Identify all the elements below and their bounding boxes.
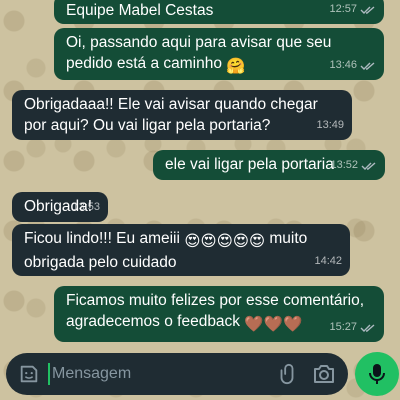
incoming-message[interactable]: Ficou lindo!!! Eu ameiii 😍😍😍😍😍 muito obr…	[12, 224, 350, 276]
microphone-button[interactable]	[355, 352, 399, 396]
text-cursor	[48, 363, 50, 385]
message-text: Ficamos muito felizes por esse comentári…	[66, 292, 365, 330]
sticker-icon[interactable]	[18, 363, 40, 385]
message-text: Equipe Mabel Cestas	[66, 2, 214, 19]
message-time: 15:27	[329, 321, 357, 333]
message-body: Ficou lindo!!! Eu ameiii 😍😍😍😍😍 muito obr…	[24, 228, 340, 273]
message-meta: 13:53	[72, 197, 100, 218]
message-body: Oi, passando aqui para avisar que seu pe…	[66, 32, 374, 77]
message-meta: 13:52	[330, 155, 377, 176]
double-check-icon	[360, 5, 375, 14]
message-meta: 13:49	[316, 115, 344, 136]
heart-eyes-emoji: 😍😍😍😍😍	[184, 233, 266, 250]
incoming-message[interactable]: Obrigadaaa!! Ele vai avisar quando chega…	[12, 90, 352, 140]
paperclip-icon[interactable]	[276, 363, 298, 385]
double-check-icon	[361, 161, 376, 170]
brown-heart-emoji: 🤎🤎🤎	[244, 316, 303, 333]
message-text: Obrigadaaa!! Ele vai avisar quando chega…	[24, 96, 318, 134]
outgoing-message[interactable]: ele vai ligar pela portaria 13:52	[153, 150, 385, 180]
camera-icon[interactable]	[312, 363, 336, 385]
message-time: 13:53	[72, 201, 100, 213]
outgoing-message[interactable]: Ficamos muito felizes por esse comentári…	[54, 286, 384, 342]
message-text: Oi, passando aqui para avisar que seu pe…	[66, 34, 332, 72]
message-time: 13:49	[316, 119, 344, 131]
message-time: 12:57	[329, 3, 357, 15]
message-meta: 14:42	[314, 251, 342, 272]
message-time: 13:46	[329, 59, 357, 71]
message-meta: 13:46	[329, 55, 376, 76]
message-meta: 12:57	[329, 0, 376, 20]
outgoing-message[interactable]: Oi, passando aqui para avisar que seu pe…	[54, 28, 384, 80]
message-time: 13:52	[330, 159, 358, 171]
double-check-icon	[360, 61, 375, 70]
message-composer: Mensagem	[6, 353, 348, 395]
microphone-icon	[369, 364, 385, 384]
message-meta: 15:27	[329, 317, 376, 338]
message-list[interactable]: Equipe Mabel Cestas 12:57 Oi, passando a…	[0, 0, 400, 350]
hugging-face-emoji: 🤗	[226, 58, 246, 75]
message-text: Ficou lindo!!! Eu ameiii	[24, 230, 180, 247]
message-time: 14:42	[314, 255, 342, 267]
message-input[interactable]: Mensagem	[52, 365, 276, 383]
outgoing-message[interactable]: Equipe Mabel Cestas 12:57	[54, 0, 384, 24]
double-check-icon	[360, 323, 375, 332]
incoming-message[interactable]: Obrigada! 13:53	[12, 192, 108, 222]
message-body: Ficamos muito felizes por esse comentári…	[66, 290, 374, 335]
